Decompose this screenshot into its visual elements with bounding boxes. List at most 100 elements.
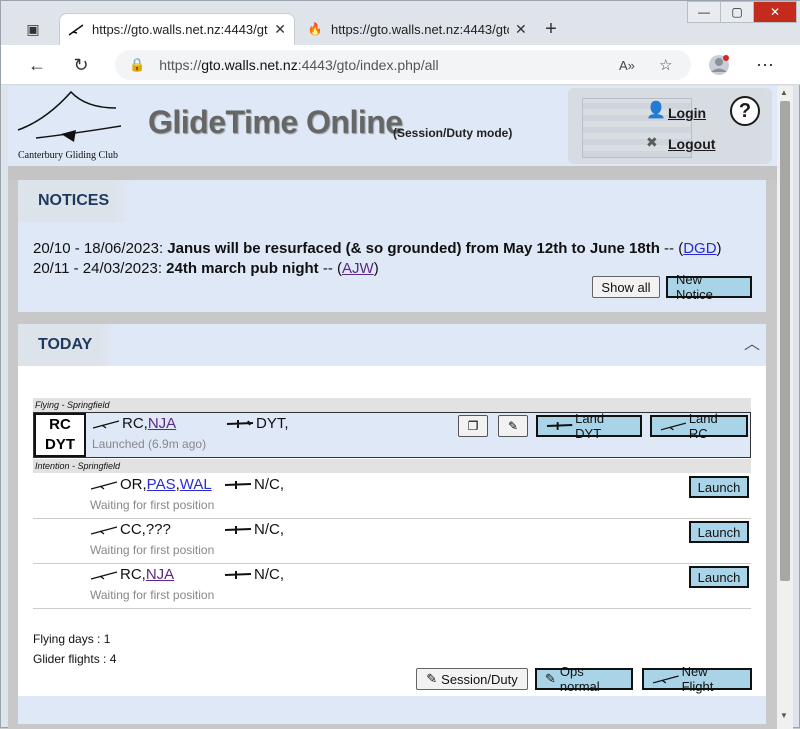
url-rest: :4443/gto/index.php/all [297, 57, 439, 73]
towplane-icon [224, 481, 252, 490]
login-panel: 👤 Login ✖ Logout ? [568, 88, 772, 164]
close-tab-icon[interactable]: ✕ [274, 21, 286, 38]
url-prefix: https:// [159, 57, 202, 73]
new-notice-button[interactable]: New Notice [666, 272, 752, 302]
notice-text: 24th march pub night [166, 260, 319, 277]
land-dyt-label: Land DYT [575, 411, 605, 441]
read-aloud-icon[interactable]: A» [619, 58, 635, 73]
refresh-icon[interactable]: ↻ [69, 53, 93, 77]
tab-title: https://gto.walls.net.nz:4443/gto/ind [92, 22, 268, 37]
session-duty-button[interactable]: ✎ Session/Duty [416, 668, 528, 690]
scroll-down-icon[interactable]: ▼ [780, 711, 788, 720]
back-arrow-icon[interactable]: ← [25, 53, 49, 77]
url-host: gto.walls.net.nz [201, 57, 298, 73]
tow-crew: DYT, [226, 415, 289, 432]
glider-icon [90, 526, 118, 535]
favorite-star-icon[interactable]: ☆ [659, 56, 672, 74]
flying-days-stat: Flying days : 1 [33, 632, 111, 646]
notices-tab[interactable]: NOTICES [18, 180, 132, 222]
row-divider [33, 608, 751, 609]
ops-normal-button[interactable]: ✎ Ops normal [535, 664, 633, 694]
logout-link[interactable]: Logout [668, 136, 715, 152]
intention-row: RC,NJA N/C, Waiting for first position L… [33, 564, 751, 608]
intention-row: OR,PAS,WAL N/C, Waiting for first positi… [33, 474, 751, 518]
glider-crew: OR,PAS,WAL [90, 476, 212, 493]
new-flight-button[interactable]: New Flight [642, 664, 752, 694]
notice-item: 20/11 - 24/03/2023: 24th march pub night… [33, 260, 379, 277]
glider-icon [68, 22, 84, 38]
copy-icon[interactable]: ❐ [458, 415, 488, 437]
launch-button[interactable]: Launch [689, 566, 749, 588]
collapse-chevron-icon[interactable]: ︿ [744, 330, 760, 354]
show-all-button[interactable]: Show all [592, 276, 660, 298]
intention-row: CC,??? N/C, Waiting for first position L… [33, 519, 751, 563]
mode-label: (Session/Duty mode) [393, 126, 513, 140]
address-bar[interactable]: 🔒 https://gto.walls.net.nz:4443/gto/inde… [115, 50, 691, 80]
tow-crew: N/C, [224, 476, 284, 493]
pilot-link[interactable]: WAL [180, 476, 212, 493]
pilot-link[interactable]: NJA [148, 415, 176, 432]
fire-icon: 🔥 [307, 22, 323, 36]
more-menu-icon[interactable]: ⋯ [753, 53, 777, 77]
help-icon[interactable]: ? [730, 96, 760, 126]
login-icon: 👤 [646, 102, 666, 119]
crew-text: RC, [120, 566, 146, 583]
notice-author-link[interactable]: AJW [342, 260, 374, 277]
launch-button[interactable]: Launch [689, 476, 749, 498]
tow-crew-text: N/C, [254, 521, 284, 538]
towplane-icon [546, 422, 573, 430]
scroll-up-icon[interactable]: ▲ [780, 88, 788, 97]
notice-separator: -- ( [318, 260, 343, 277]
today-body: Flying - Springfield RC DYT RC,NJA DYT, … [18, 366, 766, 696]
window-controls: — ▢ ✕ [687, 1, 797, 23]
glider-flights-stat: Glider flights : 4 [33, 652, 117, 666]
ops-normal-label: Ops normal [559, 664, 600, 694]
tow-reg: DYT [45, 436, 75, 453]
browser-tab-2[interactable]: 🔥 https://gto.walls.net.nz:4443/gto/ind … [299, 13, 535, 45]
glider-icon [90, 571, 118, 580]
notice-author-link[interactable]: DGD [683, 240, 716, 257]
tab-strip: ▣ https://gto.walls.net.nz:4443/gto/ind … [1, 1, 800, 45]
lock-icon: 🔒 [129, 57, 146, 72]
browser-toolbar: ← ↻ 🔒 https://gto.walls.net.nz:4443/gto/… [1, 45, 800, 85]
tow-crew: N/C, [224, 521, 284, 538]
crew-text: OR, [120, 476, 147, 493]
tow-crew-text: N/C, [254, 476, 284, 493]
close-window-icon[interactable]: ✕ [753, 1, 797, 23]
close-tab-icon[interactable]: ✕ [515, 21, 527, 38]
profile-avatar-icon[interactable] [707, 53, 731, 77]
pilot-link[interactable]: NJA [146, 566, 174, 583]
notices-panel: NOTICES 20/10 - 18/06/2023: Janus will b… [18, 180, 766, 312]
glider-icon [660, 422, 687, 431]
edit-pencil-icon[interactable]: ✎ [498, 415, 528, 437]
tab-actions-icon[interactable]: ▣ [21, 17, 45, 41]
today-panel: TODAY ︿ Flying - Springfield RC DYT RC,N… [18, 324, 766, 724]
pilot-link[interactable]: PAS [147, 476, 176, 493]
flight-status: Waiting for first position [90, 498, 215, 512]
notice-text: Janus will be resurfaced (& so grounded)… [167, 240, 660, 257]
notice-dates: 20/10 - 18/06/2023: [33, 240, 164, 257]
site-title: GlideTime Online [148, 104, 403, 140]
new-tab-icon[interactable]: + [539, 17, 563, 41]
land-rc-button[interactable]: Land RC [650, 411, 748, 441]
towplane-icon [224, 526, 252, 535]
session-duty-label: Session/Duty [441, 671, 518, 687]
login-link[interactable]: Login [668, 105, 706, 121]
towplane-icon [224, 571, 252, 580]
towplane-icon [226, 420, 254, 429]
scrollbar-thumb[interactable] [780, 101, 790, 581]
edit-pencil-icon: ✎ [545, 671, 556, 686]
glider-crew: RC,NJA [90, 566, 174, 583]
flying-row: RC DYT RC,NJA DYT, Launched (6.9m ago) ❐… [33, 411, 751, 458]
land-rc-label: Land RC [688, 411, 718, 441]
club-name: Canterbury Gliding Club [18, 150, 118, 161]
launch-button[interactable]: Launch [689, 521, 749, 543]
minimize-icon[interactable]: — [687, 1, 721, 23]
land-dyt-button[interactable]: Land DYT [536, 411, 642, 441]
crew-text: RC, [122, 415, 148, 432]
maximize-icon[interactable]: ▢ [720, 1, 754, 23]
flight-status: Launched (6.9m ago) [92, 437, 207, 451]
browser-tab-1[interactable]: https://gto.walls.net.nz:4443/gto/ind ✕ [59, 13, 295, 45]
logout-icon: ✖ [646, 134, 658, 150]
today-tab[interactable]: TODAY [18, 324, 115, 366]
